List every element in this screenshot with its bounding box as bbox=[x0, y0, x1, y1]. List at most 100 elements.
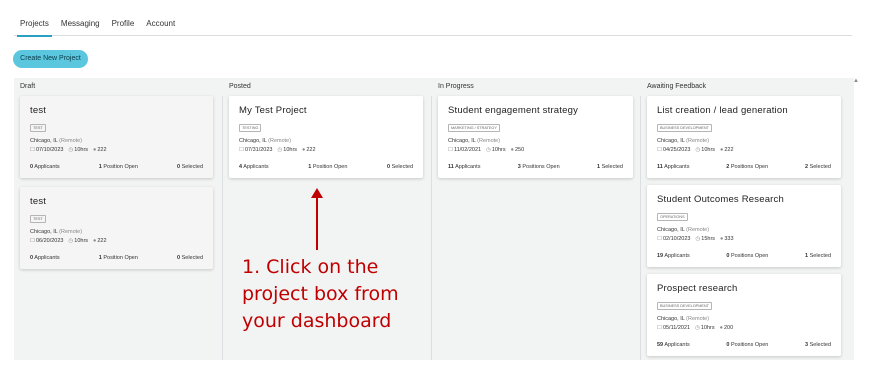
card-hours: 10hrs bbox=[491, 147, 506, 153]
project-card-feedback-2[interactable]: Student Outcomes Research OPERATIONS Chi… bbox=[647, 185, 841, 267]
remote-label: (Remote) bbox=[59, 229, 83, 235]
positions-label: Position Open bbox=[312, 164, 348, 170]
card-hours: 10hrs bbox=[283, 147, 298, 153]
positions-label: Position Open bbox=[103, 164, 138, 170]
card-tag: MARKETING / STRATEGY bbox=[448, 124, 500, 132]
coin-icon: ● bbox=[720, 236, 724, 242]
card-count: 222 bbox=[97, 147, 107, 153]
card-hours: 15hrs bbox=[701, 236, 716, 242]
positions-label: Positions Open bbox=[730, 164, 769, 170]
calendar-icon: ☐ bbox=[657, 236, 662, 242]
card-location: Chicago, IL (Remote) bbox=[239, 138, 413, 144]
coin-icon: ● bbox=[93, 238, 97, 244]
applicants-count: 0 bbox=[30, 164, 34, 170]
remote-label: (Remote) bbox=[686, 316, 710, 322]
location-text: Chicago, IL bbox=[657, 316, 685, 322]
project-card-feedback-1[interactable]: List creation / lead generation BUSINESS… bbox=[647, 96, 841, 178]
card-tag: BUSINESS DEVELOPMENT bbox=[657, 124, 712, 132]
positions-count: 1 bbox=[98, 164, 102, 170]
card-date: 11/02/2021 bbox=[453, 147, 482, 153]
card-hours: 10hrs bbox=[701, 147, 716, 153]
applicants-count: 11 bbox=[448, 164, 454, 170]
project-card-draft-2[interactable]: test TEST Chicago, IL (Remote) ☐06/20/20… bbox=[20, 187, 213, 269]
card-date: 07/31/2023 bbox=[244, 147, 273, 153]
clock-icon: ◷ bbox=[695, 325, 700, 331]
applicants-label: Applicants bbox=[34, 255, 60, 261]
positions-label: Positions Open bbox=[522, 164, 560, 170]
positions-label: Positions Open bbox=[731, 342, 769, 348]
card-hours: 10hrs bbox=[74, 147, 89, 153]
selected-count: 0 bbox=[387, 164, 391, 170]
selected-count: 2 bbox=[804, 164, 809, 170]
project-card-feedback-3[interactable]: Prospect research BUSINESS DEVELOPMENT C… bbox=[647, 274, 841, 356]
card-title: Student engagement strategy bbox=[448, 105, 579, 116]
annotation-line-3: your dashboard bbox=[242, 310, 392, 332]
project-card-in-progress-1[interactable]: Student engagement strategy MARKETING / … bbox=[438, 96, 633, 178]
selected-label: Selected bbox=[391, 164, 413, 170]
tab-account[interactable]: Account bbox=[140, 14, 181, 36]
selected-label: Selected bbox=[809, 164, 831, 170]
card-date: 04/25/2023 bbox=[662, 147, 691, 153]
card-tag: TESTING bbox=[239, 124, 262, 132]
tab-messaging[interactable]: Messaging bbox=[55, 14, 106, 36]
card-stats: 4 Applicants 1 Position Open 0 Selected bbox=[239, 164, 413, 170]
remote-label: (Remote) bbox=[686, 227, 710, 233]
card-hours: 10hrs bbox=[700, 325, 715, 331]
column-divider bbox=[640, 96, 641, 360]
card-stats: 11 Applicants 3 Positions Open 1 Selecte… bbox=[448, 164, 623, 170]
selected-count: 1 bbox=[805, 253, 809, 259]
card-meta: ☐04/25/2023 ◷10hrs ●222 bbox=[657, 147, 831, 153]
tab-profile[interactable]: Profile bbox=[106, 14, 141, 36]
project-card-draft-1[interactable]: test TEST Chicago, IL (Remote) ☐07/10/20… bbox=[20, 96, 213, 178]
coin-icon: ● bbox=[93, 147, 97, 153]
selected-count: 3 bbox=[805, 342, 809, 348]
calendar-icon: ☐ bbox=[30, 147, 35, 153]
tab-projects[interactable]: Projects bbox=[14, 14, 55, 37]
positions-count: 0 bbox=[726, 342, 730, 348]
calendar-icon: ☐ bbox=[239, 147, 244, 153]
applicants-label: Applicants bbox=[664, 342, 690, 348]
positions-count: 3 bbox=[517, 164, 521, 170]
card-stats: 0 Applicants 1 Position Open 0 Selected bbox=[30, 164, 203, 170]
annotation-line-2: project box from bbox=[242, 283, 399, 305]
coin-icon: ● bbox=[302, 147, 306, 153]
calendar-icon: ☐ bbox=[30, 238, 35, 244]
card-location: Chicago, IL (Remote) bbox=[30, 138, 203, 144]
applicants-count: 11 bbox=[657, 164, 663, 170]
positions-count: 1 bbox=[308, 164, 312, 170]
column-title-awaiting-feedback: Awaiting Feedback bbox=[647, 83, 707, 90]
card-meta: ☐02/10/2023 ◷15hrs ●333 bbox=[657, 236, 831, 242]
create-new-project-button[interactable]: Create New Project bbox=[13, 50, 88, 68]
card-location: Chicago, IL (Remote) bbox=[657, 316, 831, 322]
card-tag: TEST bbox=[30, 215, 46, 223]
card-tag: BUSINESS DEVELOPMENT bbox=[657, 302, 712, 310]
card-location: Chicago, IL (Remote) bbox=[30, 229, 203, 235]
scroll-up-icon[interactable]: ▲ bbox=[853, 78, 859, 84]
card-location: Chicago, IL (Remote) bbox=[657, 227, 831, 233]
annotation-text: 1. Click on the project box from your da… bbox=[242, 254, 422, 335]
location-text: Chicago, IL bbox=[30, 229, 58, 235]
card-title: test bbox=[30, 105, 47, 116]
clock-icon: ◷ bbox=[695, 147, 701, 153]
card-count: 222 bbox=[97, 238, 107, 244]
project-card-posted-1[interactable]: My Test Project TESTING Chicago, IL (Rem… bbox=[229, 96, 423, 178]
calendar-icon: ☐ bbox=[657, 147, 662, 153]
clock-icon: ◷ bbox=[68, 238, 74, 244]
applicants-label: Applicants bbox=[243, 164, 269, 170]
card-hours: 10hrs bbox=[74, 238, 89, 244]
positions-count: 0 bbox=[726, 253, 730, 259]
coin-icon: ● bbox=[510, 147, 514, 153]
card-stats: 19 Applicants 0 Positions Open 1 Selecte… bbox=[657, 253, 831, 259]
applicants-count: 19 bbox=[657, 253, 664, 259]
card-date: 05/11/2021 bbox=[662, 325, 691, 331]
applicants-label: Applicants bbox=[34, 164, 60, 170]
selected-label: Selected bbox=[181, 164, 203, 170]
location-text: Chicago, IL bbox=[657, 138, 685, 144]
clock-icon: ◷ bbox=[486, 147, 491, 153]
card-date: 06/20/2023 bbox=[35, 238, 64, 244]
card-count: 200 bbox=[723, 325, 734, 331]
remote-label: (Remote) bbox=[477, 138, 501, 144]
card-tag: TEST bbox=[30, 124, 46, 132]
selected-count: 0 bbox=[177, 164, 181, 170]
card-stats: 0 Applicants 1 Position Open 0 Selected bbox=[30, 255, 203, 261]
